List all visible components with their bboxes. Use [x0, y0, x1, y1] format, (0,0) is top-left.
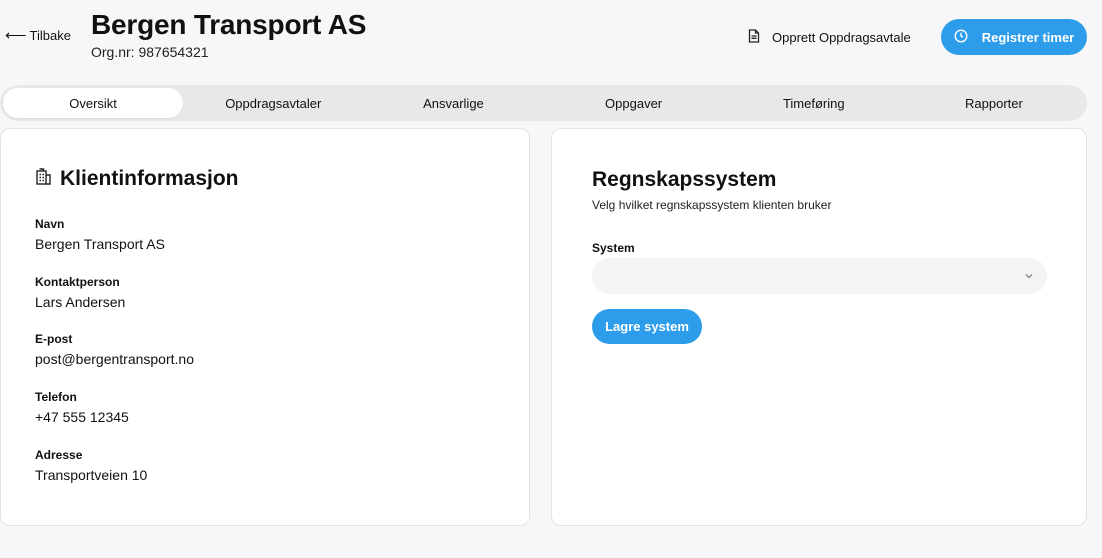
accounting-subtitle: Velg hvilket regnskapssystem klienten br…: [592, 198, 832, 212]
field-phone: Telefon +47 555 12345: [35, 390, 129, 425]
create-agreement-label: Opprett Oppdragsavtale: [772, 29, 911, 45]
client-info-heading: Klientinformasjon: [35, 167, 239, 191]
field-label: Telefon: [35, 390, 77, 404]
system-select[interactable]: [592, 258, 1047, 294]
create-agreement-button[interactable]: Opprett Oppdragsavtale: [738, 19, 921, 55]
page-title: Bergen Transport AS: [91, 9, 367, 40]
tab-rapporter[interactable]: Rapporter: [904, 88, 1084, 118]
field-value: Bergen Transport AS: [35, 236, 165, 252]
field-email: E-post post@bergentransport.no: [35, 332, 194, 367]
field-label: Navn: [35, 217, 65, 231]
field-value: Transportveien 10: [35, 467, 148, 483]
save-system-button[interactable]: Lagre system: [592, 309, 702, 344]
chevron-down-icon: [1023, 269, 1035, 287]
accounting-heading: Regnskapssystem: [592, 168, 776, 192]
tab-ansvarlige[interactable]: Ansvarlige: [363, 88, 543, 118]
field-value: +47 555 12345: [35, 409, 129, 425]
register-hours-button[interactable]: Registrer timer: [941, 19, 1087, 55]
document-icon: [748, 28, 760, 46]
building-icon: [35, 167, 52, 191]
tab-timeforing[interactable]: Timeføring: [724, 88, 904, 118]
tab-bar: Oversikt Oppdragsavtaler Ansvarlige Oppg…: [0, 85, 1087, 121]
field-contact-person: Kontaktperson Lars Andersen: [35, 275, 125, 310]
system-label: System: [592, 241, 635, 255]
org-number: Org.nr: 987654321: [91, 44, 209, 60]
client-info-card: Klientinformasjon Navn Bergen Transport …: [0, 128, 530, 526]
arrow-left-icon: ⟵: [5, 27, 27, 44]
field-label: Kontaktperson: [35, 275, 120, 289]
back-link[interactable]: ⟵ Tilbake: [5, 28, 71, 43]
page-header: ⟵ Tilbake Bergen Transport AS Org.nr: 98…: [0, 0, 1102, 80]
field-address: Adresse Transportveien 10: [35, 448, 147, 483]
accounting-system-card: Regnskapssystem Velg hvilket regnskapssy…: [551, 128, 1087, 526]
field-value: Lars Andersen: [35, 294, 126, 310]
field-label: Adresse: [35, 448, 83, 462]
tab-oppgaver[interactable]: Oppgaver: [544, 88, 724, 118]
field-value: post@bergentransport.no: [35, 351, 194, 367]
accounting-title: Regnskapssystem: [592, 168, 777, 191]
client-info-title: Klientinformasjon: [60, 167, 239, 190]
tab-oversikt[interactable]: Oversikt: [3, 88, 184, 118]
field-name: Navn Bergen Transport AS: [35, 217, 165, 252]
clock-icon: [954, 28, 968, 46]
register-hours-label: Registrer timer: [981, 29, 1075, 45]
back-label: Tilbake: [29, 28, 71, 43]
tab-oppdragsavtaler[interactable]: Oppdragsavtaler: [183, 88, 363, 118]
field-label: E-post: [35, 332, 73, 346]
